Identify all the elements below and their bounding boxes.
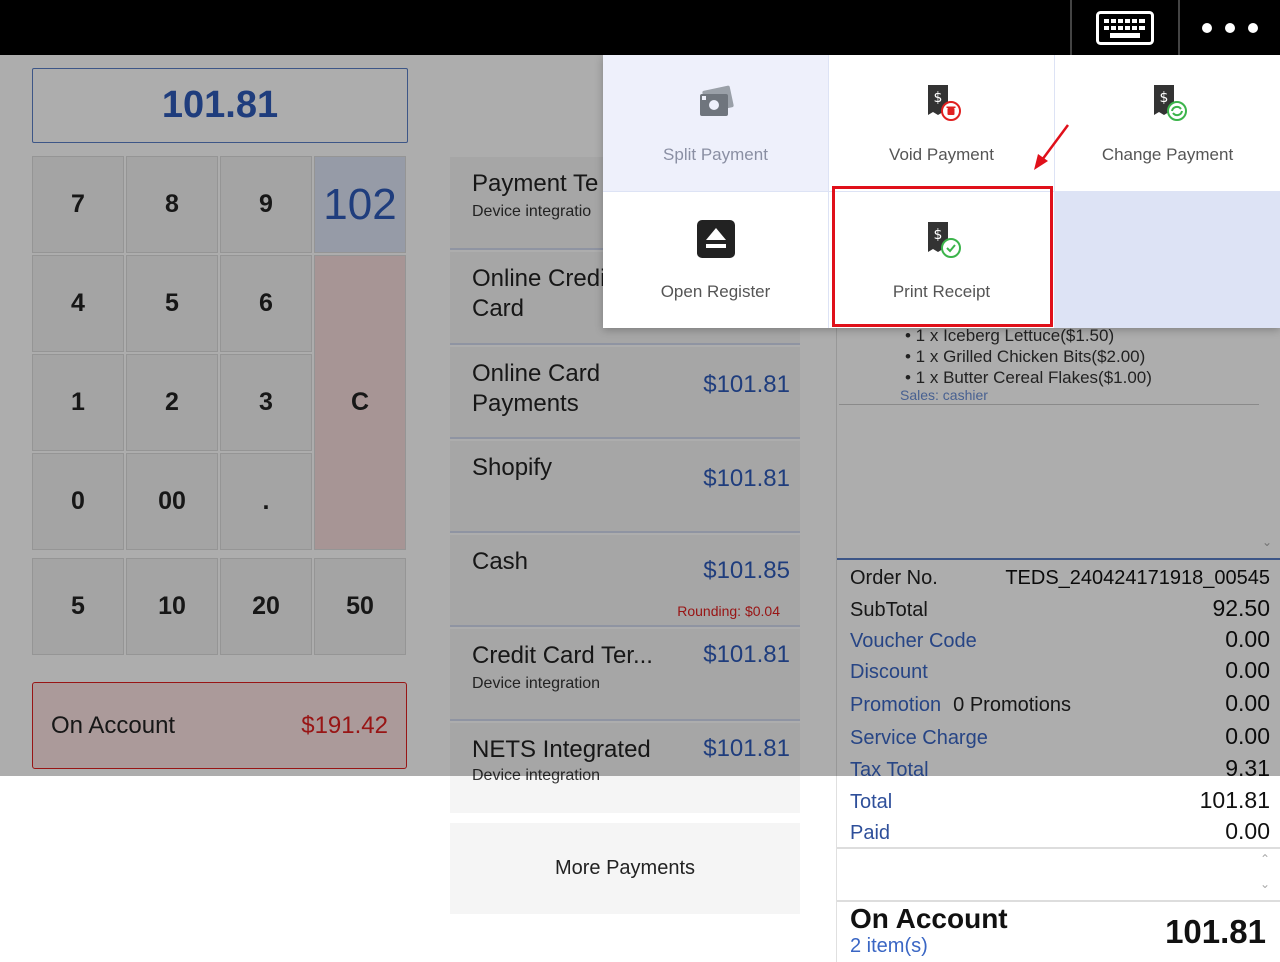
cash-stack-icon [699,85,734,116]
split-payment-label: Split Payment [663,145,768,164]
eject-icon [696,220,735,258]
more-payments-button[interactable]: More Payments [450,823,800,914]
open-register-button[interactable]: Open Register [603,192,828,328]
chevron-up-icon[interactable]: ⌃ [1260,852,1270,866]
split-payment-button[interactable]: Split Payment [603,55,828,191]
paid-value: 0.00 [1225,818,1270,844]
receipt-change-icon: $ [1153,85,1187,121]
change-payment-label: Change Payment [1101,145,1234,164]
void-payment-label: Void Payment [889,145,994,164]
item-count-link[interactable]: 2 item(s) [850,935,928,958]
chevron-down-icon[interactable]: ⌄ [1260,877,1270,891]
on-account-summary-label: On Account [850,903,1008,934]
total-row: Total 101.81 [850,787,1270,814]
void-payment-button[interactable]: $ Void Payment [829,55,1054,191]
more-horizontal-icon [1202,22,1258,33]
total-value: 101.81 [1199,787,1270,813]
svg-text:$: $ [933,90,942,106]
svg-text:$: $ [1159,90,1168,106]
more-button[interactable] [1178,0,1280,55]
keyboard-icon [1096,10,1154,45]
receipt-void-icon: $ [927,85,961,121]
paid-row: Paid 0.00 [850,818,1270,845]
divider [837,847,1280,849]
top-bar [0,0,1280,55]
divider [837,900,1280,902]
on-account-summary-amount: 101.81 [1165,913,1266,950]
change-payment-button[interactable]: $ Change Payment [1055,55,1280,191]
keyboard-button[interactable] [1070,0,1178,55]
paid-label: Paid [850,822,891,844]
arrow-annotation-icon [1034,124,1070,170]
total-label: Total [850,791,893,813]
open-register-label: Open Register [660,282,771,301]
highlight-annotation [832,186,1053,327]
